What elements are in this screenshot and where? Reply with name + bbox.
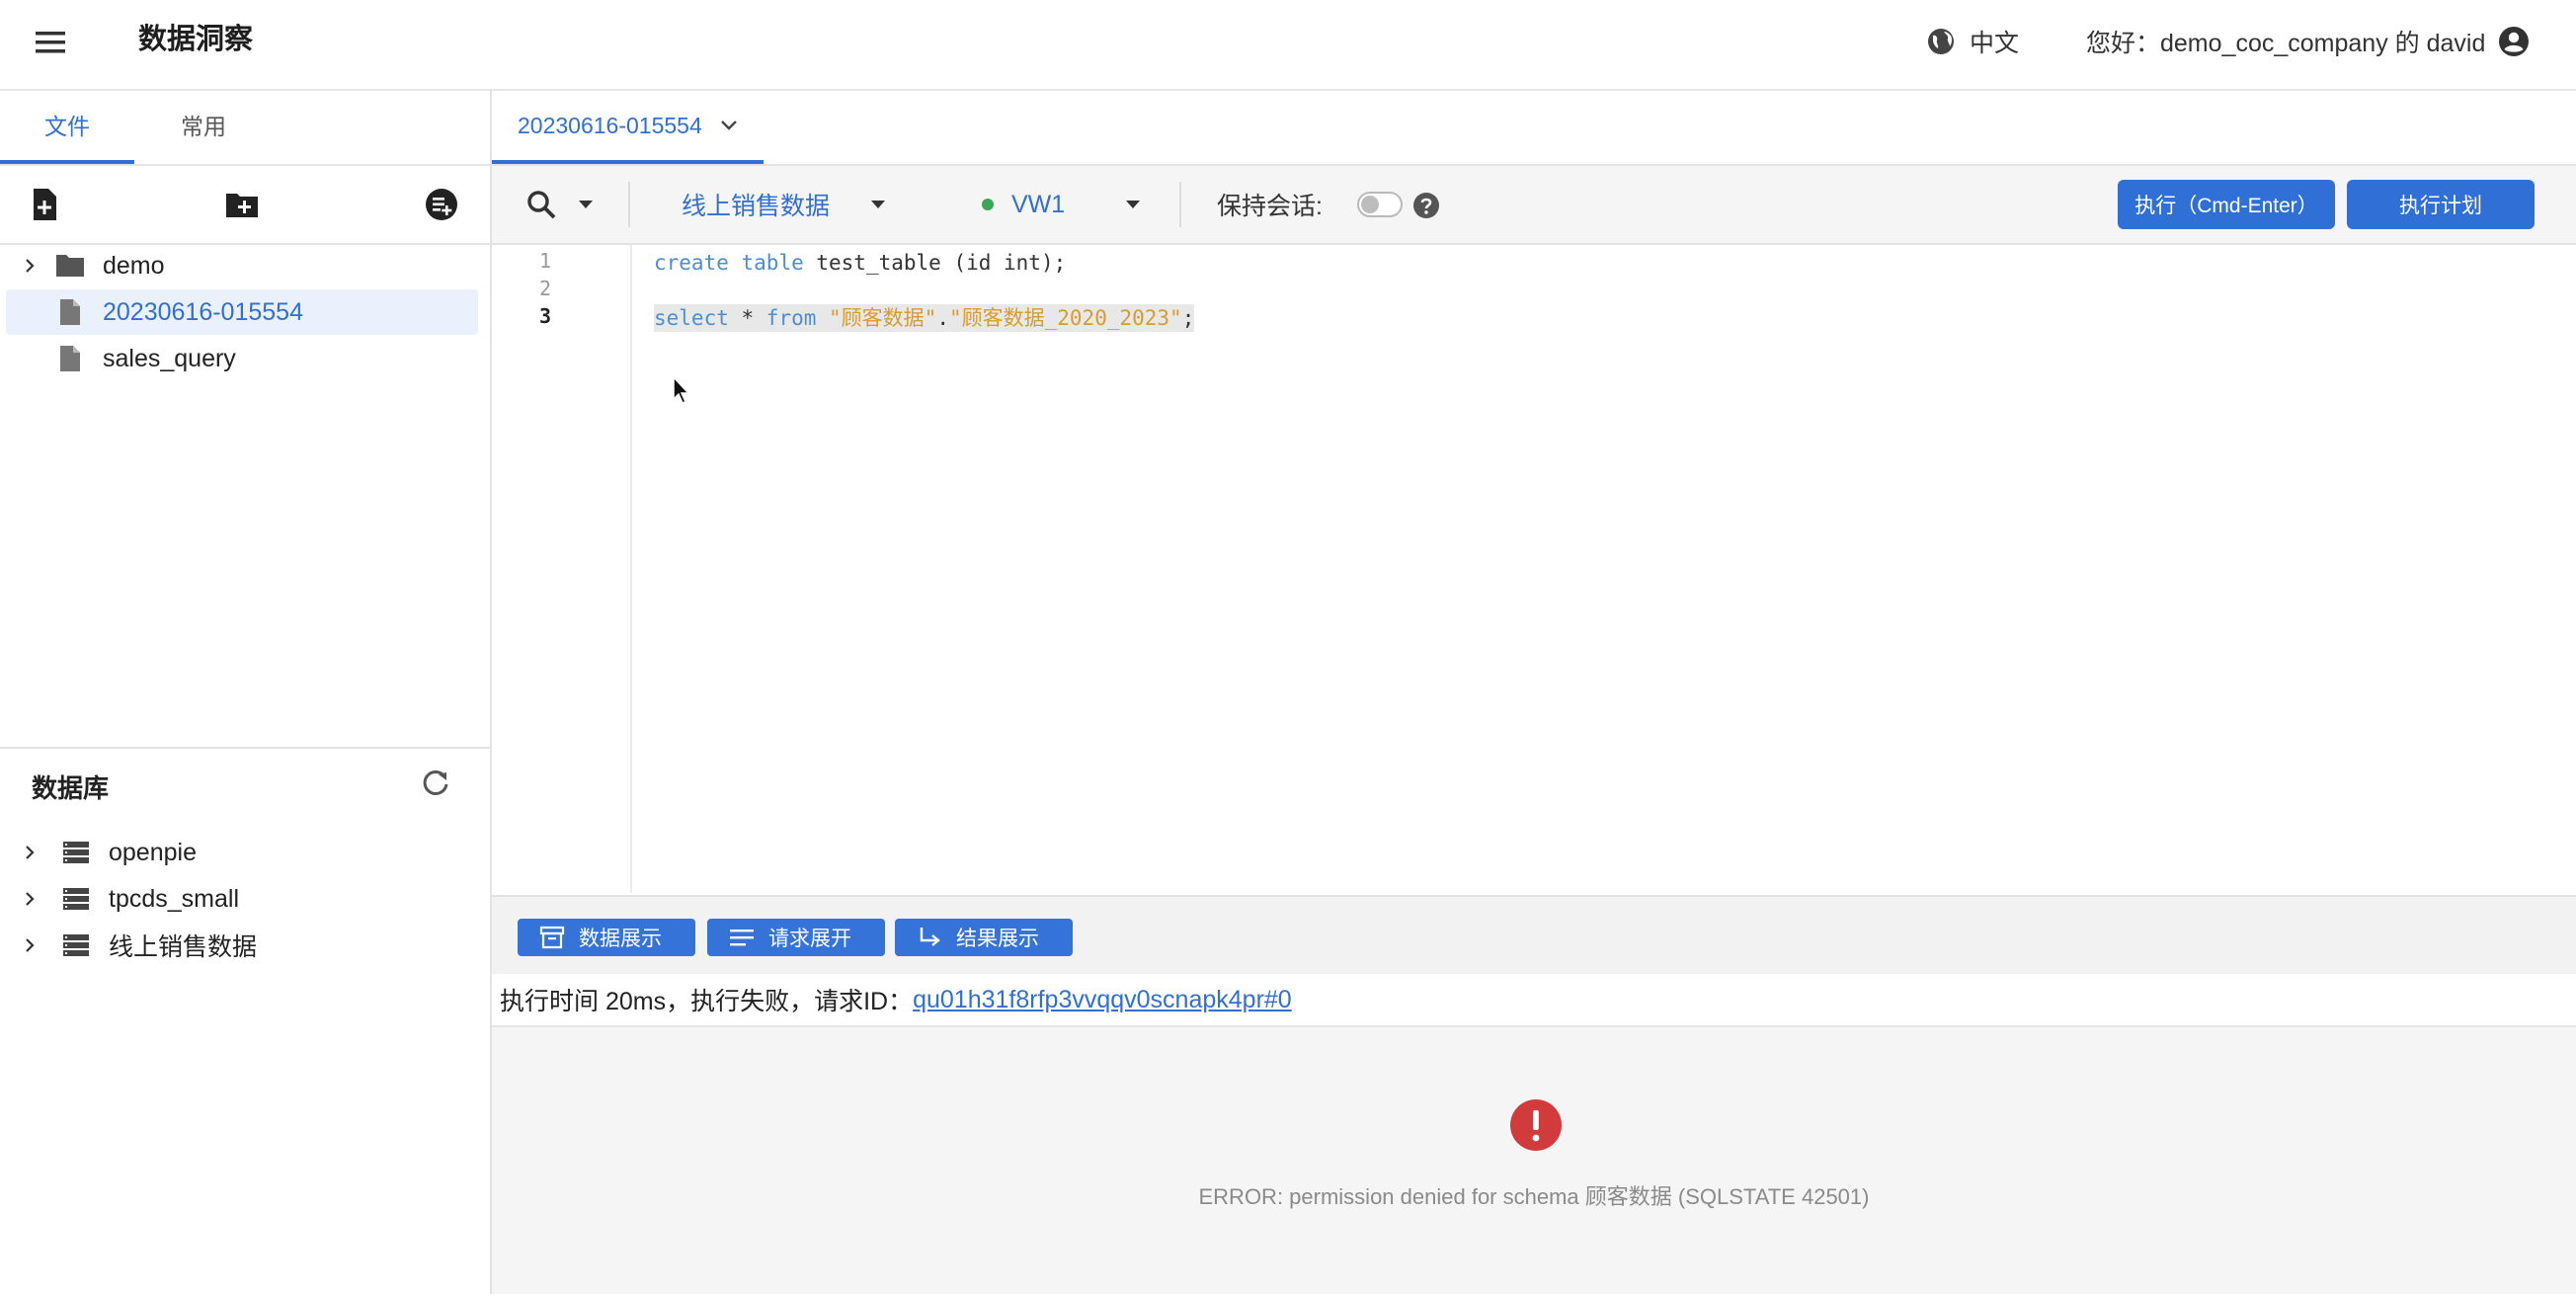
tab-files[interactable]: 文件 [0, 91, 134, 164]
file-icon [55, 298, 85, 326]
editor-tab-label: 20230616-015554 [518, 112, 702, 138]
tree-item-label: openpie [109, 838, 197, 866]
caret-down-icon [1126, 201, 1141, 208]
warehouse-select[interactable]: VW1 [982, 166, 1141, 243]
execution-status: 执行时间 20ms，执行失败，请求ID： qu01h31f8rfp3vvqqv0… [492, 974, 2576, 1027]
editor-tabs: 20230616-015554 [492, 91, 2576, 166]
mouse-cursor-icon [672, 375, 691, 405]
database-header: 数据库 [0, 747, 490, 818]
keep-session-toggle[interactable] [1357, 192, 1403, 217]
greeting-text: 您好：demo_coc_company 的 david [2086, 30, 2486, 57]
tree-item-label: sales_query [103, 344, 236, 372]
request-id-link[interactable]: qu01h31f8rfp3vvqqv0scnapk4pr#0 [913, 986, 1292, 1014]
tree-db-openpie[interactable]: openpie [6, 830, 478, 875]
new-file-icon[interactable] [26, 186, 63, 223]
search-icon[interactable] [525, 189, 557, 220]
sidebar-toolbar [0, 166, 490, 245]
database-title: 数据库 [32, 773, 110, 803]
search-menu[interactable] [525, 166, 593, 243]
help-icon[interactable] [1412, 192, 1440, 219]
caret-down-icon[interactable] [579, 201, 593, 208]
code-line-3[interactable]: select * from "顾客数据"."顾客数据_2020_2023"; [654, 304, 1195, 332]
chevron-right-icon[interactable] [16, 937, 43, 953]
folder-icon [55, 253, 85, 279]
tree-item-label: 线上销售数据 [109, 933, 258, 961]
globe-icon [1926, 27, 1956, 56]
tree-item-label: tpcds_small [109, 884, 239, 913]
line-gutter: 1 2 3 [492, 245, 632, 893]
execute-button[interactable]: 执行（Cmd-Enter） [2118, 180, 2335, 229]
file-icon [55, 345, 85, 372]
top-bar: 数据洞察 中文 您好：demo_coc_company 的 david [0, 0, 2576, 91]
line-number: 1 [538, 249, 551, 273]
warehouse-select-value: VW1 [1011, 190, 1066, 218]
database-icon [61, 933, 91, 957]
result-view-button[interactable]: 结果展示 [895, 919, 1073, 956]
tree-db-online-sales[interactable]: 线上销售数据 [6, 923, 478, 968]
account-icon [2497, 25, 2531, 58]
database-select-value: 线上销售数据 [682, 193, 831, 220]
refresh-icon[interactable] [419, 767, 452, 800]
subdirectory-arrow-icon [917, 926, 942, 949]
caret-down-icon [871, 201, 886, 208]
tree-item-label: 20230616-015554 [103, 297, 303, 326]
tab-favorites[interactable]: 常用 [136, 91, 271, 162]
result-view-label: 结果展示 [956, 928, 1039, 950]
language-switch[interactable]: 中文 [1926, 22, 2019, 61]
sidebar: 文件 常用 demo 20230616-015554 sales_query 数… [0, 91, 492, 1294]
database-icon [61, 887, 91, 911]
language-label: 中文 [1970, 30, 2020, 57]
chevron-right-icon[interactable] [16, 845, 43, 860]
request-expand-label: 请求展开 [768, 928, 851, 950]
data-view-label: 数据展示 [579, 928, 662, 950]
error-panel: ERROR: permission denied for schema 顾客数据… [492, 1027, 2576, 1294]
query-toolbar: 线上销售数据 VW1 保持会话: 执行（Cmd-Enter） 执行计划 [492, 166, 2576, 245]
data-view-button[interactable]: 数据展示 [518, 919, 695, 956]
tree-folder-demo[interactable]: demo [6, 243, 478, 288]
tree-file-sales-query[interactable]: sales_query [6, 336, 478, 381]
execution-plan-button[interactable]: 执行计划 [2347, 180, 2535, 229]
chevron-right-icon[interactable] [16, 891, 43, 907]
status-dot [982, 199, 994, 210]
result-toolbar: 数据展示 请求展开 结果展示 [492, 895, 2576, 974]
lines-icon [729, 928, 755, 947]
chevron-right-icon[interactable] [16, 258, 43, 274]
sql-editor[interactable]: 1 2 3 create table test_table (id int); … [492, 245, 2576, 893]
archive-icon [539, 926, 565, 949]
database-select[interactable]: 线上销售数据 [682, 166, 886, 243]
sidebar-tabs: 文件 常用 [0, 91, 490, 166]
editor-tab-active[interactable]: 20230616-015554 [492, 91, 764, 164]
chevron-down-icon[interactable] [720, 120, 738, 131]
user-greeting[interactable]: 您好：demo_coc_company 的 david [2086, 22, 2531, 61]
database-icon [61, 841, 91, 864]
add-query-icon[interactable] [423, 186, 460, 223]
code-line-1[interactable]: create table test_table (id int); [654, 249, 1066, 277]
tree-file-20230616-015554[interactable]: 20230616-015554 [6, 289, 478, 335]
tree-item-label: demo [103, 251, 165, 280]
new-folder-icon[interactable] [223, 186, 261, 223]
keep-session-label: 保持会话: [1217, 193, 1323, 220]
error-message: ERROR: permission denied for schema 顾客数据… [1198, 1184, 1870, 1209]
menu-icon[interactable] [30, 22, 71, 63]
app-title: 数据洞察 [138, 24, 254, 55]
line-number: 2 [538, 277, 551, 300]
error-icon [1509, 1098, 1563, 1152]
request-expand-button[interactable]: 请求展开 [707, 919, 885, 956]
tree-db-tpcds-small[interactable]: tpcds_small [6, 876, 478, 922]
status-prefix: 执行时间 20ms，执行失败，请求ID： [500, 988, 914, 1015]
line-number: 3 [538, 304, 551, 328]
